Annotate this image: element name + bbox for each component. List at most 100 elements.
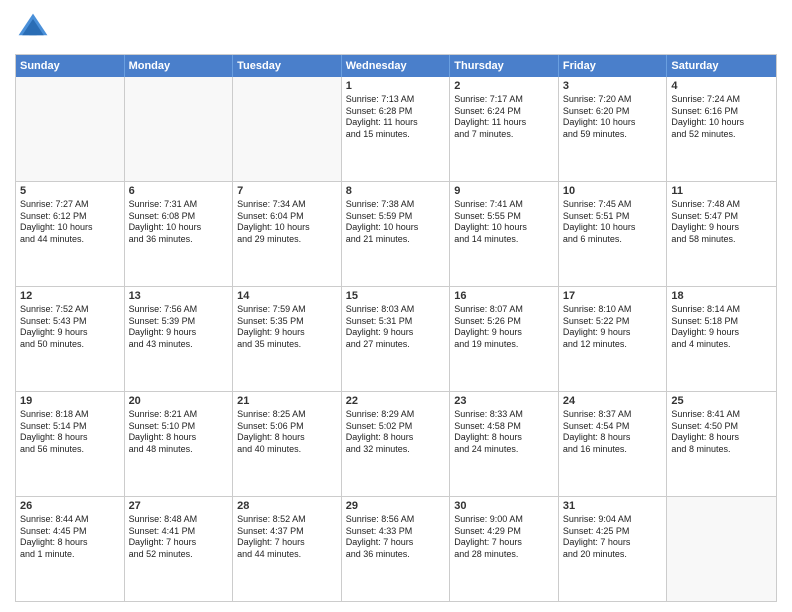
cell-info: Sunrise: 8:10 AM Sunset: 5:22 PM Dayligh… — [563, 304, 663, 351]
cell-info: Sunrise: 7:24 AM Sunset: 6:16 PM Dayligh… — [671, 94, 772, 141]
day-number: 8 — [346, 185, 446, 197]
calendar-cell-24: 24 Sunrise: 8:37 AM Sunset: 4:54 PM Dayli… — [559, 392, 668, 496]
calendar-cell-29: 29 Sunrise: 8:56 AM Sunset: 4:33 PM Dayli… — [342, 497, 451, 601]
day-number: 13 — [129, 290, 229, 302]
header-day-sunday: Sunday — [16, 55, 125, 77]
cell-info: Sunrise: 7:13 AM Sunset: 6:28 PM Dayligh… — [346, 94, 446, 141]
calendar-header: SundayMondayTuesdayWednesdayThursdayFrid… — [16, 55, 776, 77]
cell-info: Sunrise: 7:41 AM Sunset: 5:55 PM Dayligh… — [454, 199, 554, 246]
cell-info: Sunrise: 8:03 AM Sunset: 5:31 PM Dayligh… — [346, 304, 446, 351]
cell-info: Sunrise: 7:59 AM Sunset: 5:35 PM Dayligh… — [237, 304, 337, 351]
calendar-cell-6: 6Sunrise: 7:31 AM Sunset: 6:08 PM Daylig… — [125, 182, 234, 286]
day-number: 5 — [20, 185, 120, 197]
cell-info: Sunrise: 8:44 AM Sunset: 4:45 PM Dayligh… — [20, 514, 120, 561]
calendar-cell-1: 1 Sunrise: 7:13 AM Sunset: 6:28 PM Daylig… — [342, 77, 451, 181]
calendar-cell-4: 4 Sunrise: 7:24 AM Sunset: 6:16 PM Daylig… — [667, 77, 776, 181]
header-day-saturday: Saturday — [667, 55, 776, 77]
calendar-cell-21: 21Sunrise: 8:25 AM Sunset: 5:06 PM Dayli… — [233, 392, 342, 496]
day-number: 27 — [129, 500, 229, 512]
day-number: 30 — [454, 500, 554, 512]
cell-info: Sunrise: 9:00 AM Sunset: 4:29 PM Dayligh… — [454, 514, 554, 561]
day-number: 24 — [563, 395, 663, 407]
calendar-cell-18: 18 Sunrise: 8:14 AM Sunset: 5:18 PM Dayli… — [667, 287, 776, 391]
day-number: 1 — [346, 80, 446, 92]
day-number: 17 — [563, 290, 663, 302]
calendar-cell-27: 27 Sunrise: 8:48 AM Sunset: 4:41 PM Dayli… — [125, 497, 234, 601]
calendar-cell-7: 7Sunrise: 7:34 AM Sunset: 6:04 PM Daylig… — [233, 182, 342, 286]
calendar-row-1: 1 Sunrise: 7:13 AM Sunset: 6:28 PM Daylig… — [16, 77, 776, 181]
calendar-cell-5: 5 Sunrise: 7:27 AM Sunset: 6:12 PM Daylig… — [16, 182, 125, 286]
calendar-cell-22: 22 Sunrise: 8:29 AM Sunset: 5:02 PM Dayli… — [342, 392, 451, 496]
calendar-cell-30: 30 Sunrise: 9:00 AM Sunset: 4:29 PM Dayli… — [450, 497, 559, 601]
calendar-cell-empty — [125, 77, 234, 181]
calendar-row-3: 12Sunrise: 7:52 AM Sunset: 5:43 PM Dayli… — [16, 286, 776, 391]
cell-info: Sunrise: 7:48 AM Sunset: 5:47 PM Dayligh… — [671, 199, 772, 246]
cell-info: Sunrise: 7:56 AM Sunset: 5:39 PM Dayligh… — [129, 304, 229, 351]
calendar-cell-3: 3 Sunrise: 7:20 AM Sunset: 6:20 PM Daylig… — [559, 77, 668, 181]
calendar-body: 1 Sunrise: 7:13 AM Sunset: 6:28 PM Daylig… — [16, 77, 776, 601]
day-number: 23 — [454, 395, 554, 407]
day-number: 29 — [346, 500, 446, 512]
calendar-cell-14: 14Sunrise: 7:59 AM Sunset: 5:35 PM Dayli… — [233, 287, 342, 391]
day-number: 7 — [237, 185, 337, 197]
calendar-cell-15: 15Sunrise: 8:03 AM Sunset: 5:31 PM Dayli… — [342, 287, 451, 391]
calendar: SundayMondayTuesdayWednesdayThursdayFrid… — [15, 54, 777, 602]
day-number: 20 — [129, 395, 229, 407]
calendar-cell-10: 10 Sunrise: 7:45 AM Sunset: 5:51 PM Dayli… — [559, 182, 668, 286]
day-number: 10 — [563, 185, 663, 197]
day-number: 16 — [454, 290, 554, 302]
cell-info: Sunrise: 8:37 AM Sunset: 4:54 PM Dayligh… — [563, 409, 663, 456]
day-number: 4 — [671, 80, 772, 92]
cell-info: Sunrise: 8:33 AM Sunset: 4:58 PM Dayligh… — [454, 409, 554, 456]
cell-info: Sunrise: 7:27 AM Sunset: 6:12 PM Dayligh… — [20, 199, 120, 246]
cell-info: Sunrise: 7:52 AM Sunset: 5:43 PM Dayligh… — [20, 304, 120, 351]
calendar-cell-empty — [233, 77, 342, 181]
day-number: 28 — [237, 500, 337, 512]
calendar-cell-31: 31 Sunrise: 9:04 AM Sunset: 4:25 PM Dayli… — [559, 497, 668, 601]
day-number: 19 — [20, 395, 120, 407]
calendar-cell-13: 13 Sunrise: 7:56 AM Sunset: 5:39 PM Dayli… — [125, 287, 234, 391]
day-number: 3 — [563, 80, 663, 92]
cell-info: Sunrise: 8:56 AM Sunset: 4:33 PM Dayligh… — [346, 514, 446, 561]
calendar-row-4: 19 Sunrise: 8:18 AM Sunset: 5:14 PM Dayli… — [16, 391, 776, 496]
calendar-cell-19: 19 Sunrise: 8:18 AM Sunset: 5:14 PM Dayli… — [16, 392, 125, 496]
calendar-cell-9: 9 Sunrise: 7:41 AM Sunset: 5:55 PM Daylig… — [450, 182, 559, 286]
cell-info: Sunrise: 8:21 AM Sunset: 5:10 PM Dayligh… — [129, 409, 229, 456]
day-number: 18 — [671, 290, 772, 302]
calendar-cell-16: 16 Sunrise: 8:07 AM Sunset: 5:26 PM Dayli… — [450, 287, 559, 391]
page: SundayMondayTuesdayWednesdayThursdayFrid… — [0, 0, 792, 612]
calendar-cell-25: 25 Sunrise: 8:41 AM Sunset: 4:50 PM Dayli… — [667, 392, 776, 496]
cell-info: Sunrise: 7:20 AM Sunset: 6:20 PM Dayligh… — [563, 94, 663, 141]
day-number: 26 — [20, 500, 120, 512]
day-number: 2 — [454, 80, 554, 92]
calendar-cell-12: 12Sunrise: 7:52 AM Sunset: 5:43 PM Dayli… — [16, 287, 125, 391]
cell-info: Sunrise: 9:04 AM Sunset: 4:25 PM Dayligh… — [563, 514, 663, 561]
header-day-thursday: Thursday — [450, 55, 559, 77]
day-number: 11 — [671, 185, 772, 197]
cell-info: Sunrise: 8:29 AM Sunset: 5:02 PM Dayligh… — [346, 409, 446, 456]
day-number: 22 — [346, 395, 446, 407]
cell-info: Sunrise: 8:48 AM Sunset: 4:41 PM Dayligh… — [129, 514, 229, 561]
cell-info: Sunrise: 8:18 AM Sunset: 5:14 PM Dayligh… — [20, 409, 120, 456]
day-number: 9 — [454, 185, 554, 197]
day-number: 6 — [129, 185, 229, 197]
day-number: 31 — [563, 500, 663, 512]
cell-info: Sunrise: 8:41 AM Sunset: 4:50 PM Dayligh… — [671, 409, 772, 456]
calendar-cell-28: 28Sunrise: 8:52 AM Sunset: 4:37 PM Dayli… — [233, 497, 342, 601]
calendar-row-2: 5 Sunrise: 7:27 AM Sunset: 6:12 PM Daylig… — [16, 181, 776, 286]
calendar-cell-11: 11 Sunrise: 7:48 AM Sunset: 5:47 PM Dayli… — [667, 182, 776, 286]
header-day-tuesday: Tuesday — [233, 55, 342, 77]
cell-info: Sunrise: 7:45 AM Sunset: 5:51 PM Dayligh… — [563, 199, 663, 246]
day-number: 25 — [671, 395, 772, 407]
cell-info: Sunrise: 8:14 AM Sunset: 5:18 PM Dayligh… — [671, 304, 772, 351]
header — [15, 10, 777, 46]
cell-info: Sunrise: 7:38 AM Sunset: 5:59 PM Dayligh… — [346, 199, 446, 246]
logo — [15, 10, 57, 46]
calendar-cell-20: 20 Sunrise: 8:21 AM Sunset: 5:10 PM Dayli… — [125, 392, 234, 496]
header-day-wednesday: Wednesday — [342, 55, 451, 77]
calendar-cell-26: 26 Sunrise: 8:44 AM Sunset: 4:45 PM Dayli… — [16, 497, 125, 601]
calendar-cell-8: 8 Sunrise: 7:38 AM Sunset: 5:59 PM Daylig… — [342, 182, 451, 286]
cell-info: Sunrise: 8:07 AM Sunset: 5:26 PM Dayligh… — [454, 304, 554, 351]
day-number: 21 — [237, 395, 337, 407]
calendar-cell-empty — [667, 497, 776, 601]
